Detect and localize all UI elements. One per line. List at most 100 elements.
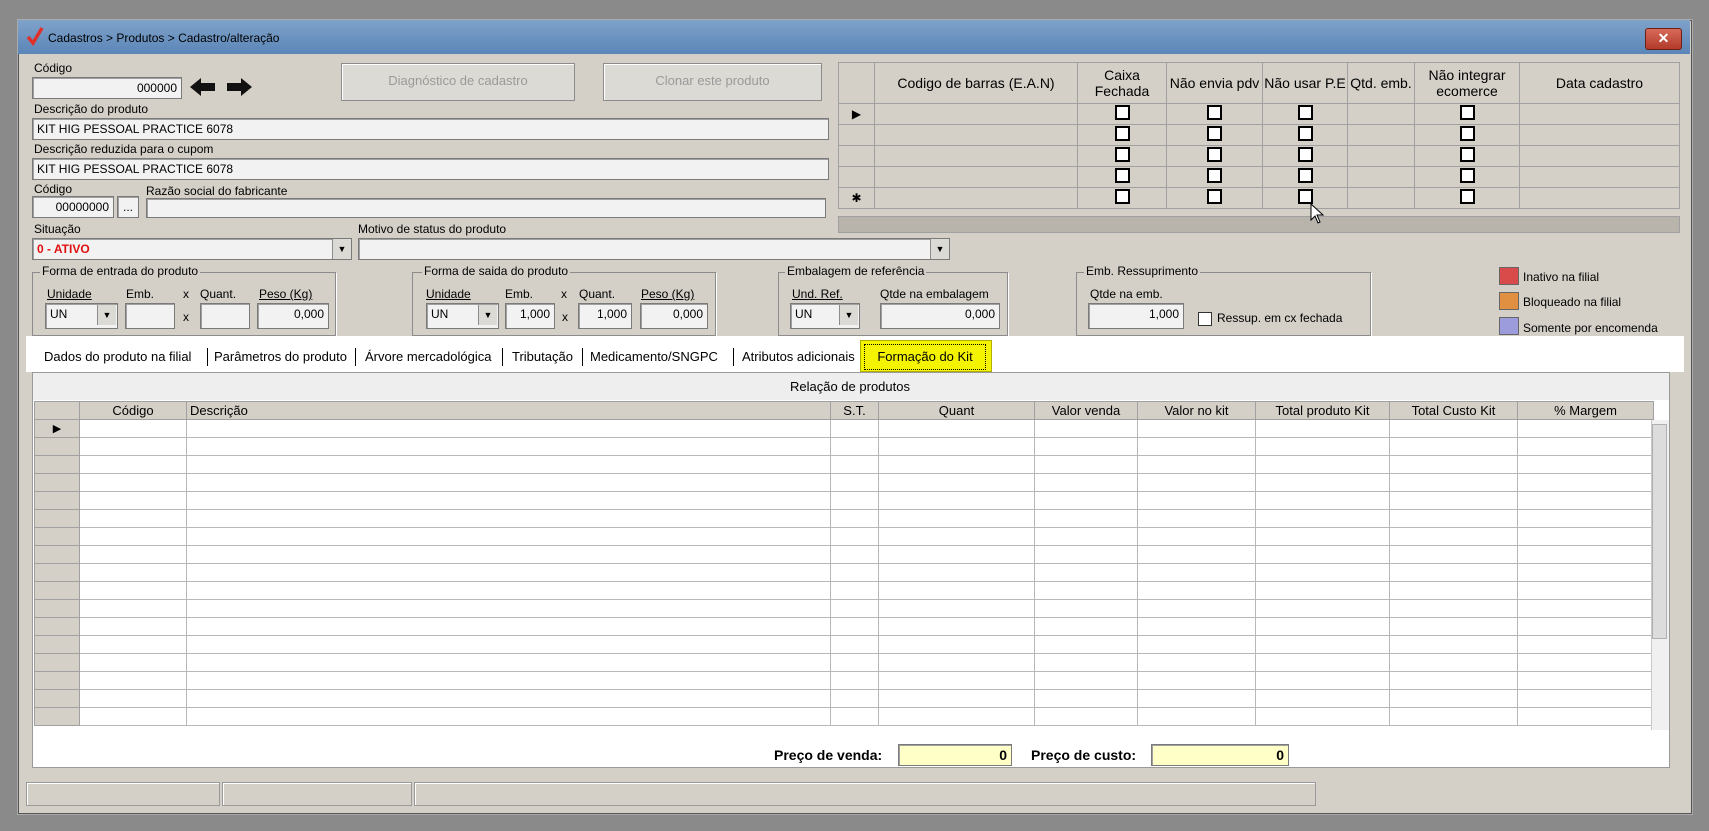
checkbox[interactable] — [1114, 168, 1130, 183]
checkbox-cell[interactable] — [1414, 166, 1520, 188]
checkbox-cell[interactable] — [1262, 103, 1348, 125]
kit-cell[interactable] — [1517, 635, 1654, 654]
kit-cell[interactable] — [1517, 491, 1654, 510]
tab-parametros[interactable]: Parâmetros do produto — [214, 345, 347, 369]
kit-cell[interactable] — [79, 689, 187, 708]
kit-cell[interactable] — [1137, 419, 1256, 438]
kit-cell[interactable] — [79, 707, 187, 726]
entrada-quant-input[interactable] — [200, 303, 250, 329]
kit-cell[interactable] — [878, 599, 1035, 618]
checkbox-cell[interactable] — [1166, 124, 1263, 146]
kit-cell[interactable] — [1034, 563, 1138, 582]
kit-cell[interactable] — [830, 473, 879, 492]
kit-cell[interactable] — [878, 653, 1035, 672]
kit-cell[interactable] — [1389, 545, 1518, 564]
row-indicator[interactable] — [34, 707, 80, 726]
close-button[interactable]: ✕ — [1645, 28, 1682, 50]
qtd-emb-cell[interactable] — [1347, 166, 1415, 188]
kit-cell[interactable] — [830, 653, 879, 672]
row-indicator[interactable] — [34, 437, 80, 456]
kit-cell[interactable] — [1255, 635, 1390, 654]
data-cadastro-cell[interactable] — [1519, 187, 1680, 209]
qtd-emb-cell[interactable] — [1347, 145, 1415, 167]
row-indicator[interactable] — [34, 545, 80, 564]
kit-cell[interactable] — [186, 707, 831, 726]
tab-arvore-mercadologica[interactable]: Árvore mercadológica — [365, 345, 491, 369]
row-indicator[interactable]: ▶ — [838, 103, 875, 125]
checkbox-cell[interactable] — [1166, 187, 1263, 209]
next-arrow-icon[interactable] — [224, 75, 254, 99]
fabricante-codigo-input[interactable]: 00000000 — [32, 196, 114, 218]
kit-row[interactable] — [34, 653, 1654, 672]
kit-row[interactable] — [34, 509, 1654, 528]
kit-cell[interactable] — [1389, 509, 1518, 528]
kit-cell[interactable] — [1137, 455, 1256, 474]
kit-cell[interactable] — [830, 509, 879, 528]
kit-cell[interactable] — [1255, 419, 1390, 438]
kit-cell[interactable] — [1517, 671, 1654, 690]
kit-cell[interactable] — [878, 617, 1035, 636]
motivo-select[interactable] — [358, 238, 950, 260]
barcode-row[interactable] — [838, 124, 1680, 146]
kit-cell[interactable] — [878, 473, 1035, 492]
kit-cell[interactable] — [1137, 563, 1256, 582]
kit-cell[interactable] — [1255, 455, 1390, 474]
codigo-input[interactable]: 000000 — [32, 77, 182, 99]
kit-cell[interactable] — [1389, 419, 1518, 438]
checkbox[interactable] — [1114, 105, 1130, 120]
preco-venda-input[interactable]: 0 — [898, 744, 1012, 766]
checkbox-cell[interactable] — [1262, 145, 1348, 167]
motivo-dropdown-icon[interactable]: ▼ — [930, 239, 949, 259]
data-cadastro-cell[interactable] — [1519, 145, 1680, 167]
kit-cell[interactable] — [1389, 527, 1518, 546]
row-indicator[interactable] — [838, 124, 875, 146]
col-quant[interactable]: Quant — [878, 401, 1035, 420]
row-indicator[interactable] — [34, 491, 80, 510]
kit-cell[interactable] — [1034, 689, 1138, 708]
kit-cell[interactable] — [186, 581, 831, 600]
row-indicator[interactable]: ✱ — [838, 187, 875, 209]
tab-medicamento[interactable]: Medicamento/SNGPC — [590, 345, 718, 369]
data-cadastro-cell[interactable] — [1519, 166, 1680, 188]
checkbox-cell[interactable] — [1262, 187, 1348, 209]
qtd-emb-cell[interactable] — [1347, 187, 1415, 209]
kit-cell[interactable] — [1255, 653, 1390, 672]
checkbox-cell[interactable] — [1414, 103, 1520, 125]
checkbox-cell[interactable] — [1166, 145, 1263, 167]
kit-cell[interactable] — [186, 527, 831, 546]
kit-row[interactable] — [34, 473, 1654, 492]
ean-cell[interactable] — [874, 166, 1078, 188]
barcode-row[interactable] — [838, 145, 1680, 167]
descricao-input[interactable]: KIT HIG PESSOAL PRACTICE 6078 — [32, 118, 829, 140]
embalagem-und-dropdown-icon[interactable]: ▼ — [839, 305, 858, 325]
checkbox[interactable] — [1459, 168, 1475, 183]
kit-cell[interactable] — [1517, 689, 1654, 708]
kit-cell[interactable] — [1034, 599, 1138, 618]
kit-cell[interactable] — [878, 509, 1035, 528]
checkbox[interactable] — [1459, 105, 1475, 120]
kit-cell[interactable] — [1389, 653, 1518, 672]
kit-cell[interactable] — [186, 419, 831, 438]
kit-cell[interactable] — [1517, 473, 1654, 492]
kit-cell[interactable] — [79, 599, 187, 618]
kit-cell[interactable] — [1255, 491, 1390, 510]
kit-cell[interactable] — [830, 707, 879, 726]
kit-cell[interactable] — [79, 509, 187, 528]
kit-cell[interactable] — [79, 491, 187, 510]
kit-cell[interactable] — [1137, 437, 1256, 456]
kit-cell[interactable] — [1517, 581, 1654, 600]
kit-cell[interactable] — [878, 437, 1035, 456]
kit-grid-scrollbar-thumb[interactable] — [1652, 424, 1667, 639]
kit-cell[interactable] — [830, 491, 879, 510]
kit-cell[interactable] — [186, 491, 831, 510]
checkbox[interactable] — [1297, 126, 1313, 141]
kit-cell[interactable] — [186, 563, 831, 582]
kit-cell[interactable] — [830, 671, 879, 690]
checkbox[interactable] — [1114, 147, 1130, 162]
kit-cell[interactable] — [1255, 689, 1390, 708]
checkbox[interactable] — [1207, 147, 1222, 162]
checkbox-cell[interactable] — [1414, 124, 1520, 146]
kit-row[interactable] — [34, 707, 1654, 726]
kit-cell[interactable] — [79, 455, 187, 474]
kit-cell[interactable] — [186, 437, 831, 456]
